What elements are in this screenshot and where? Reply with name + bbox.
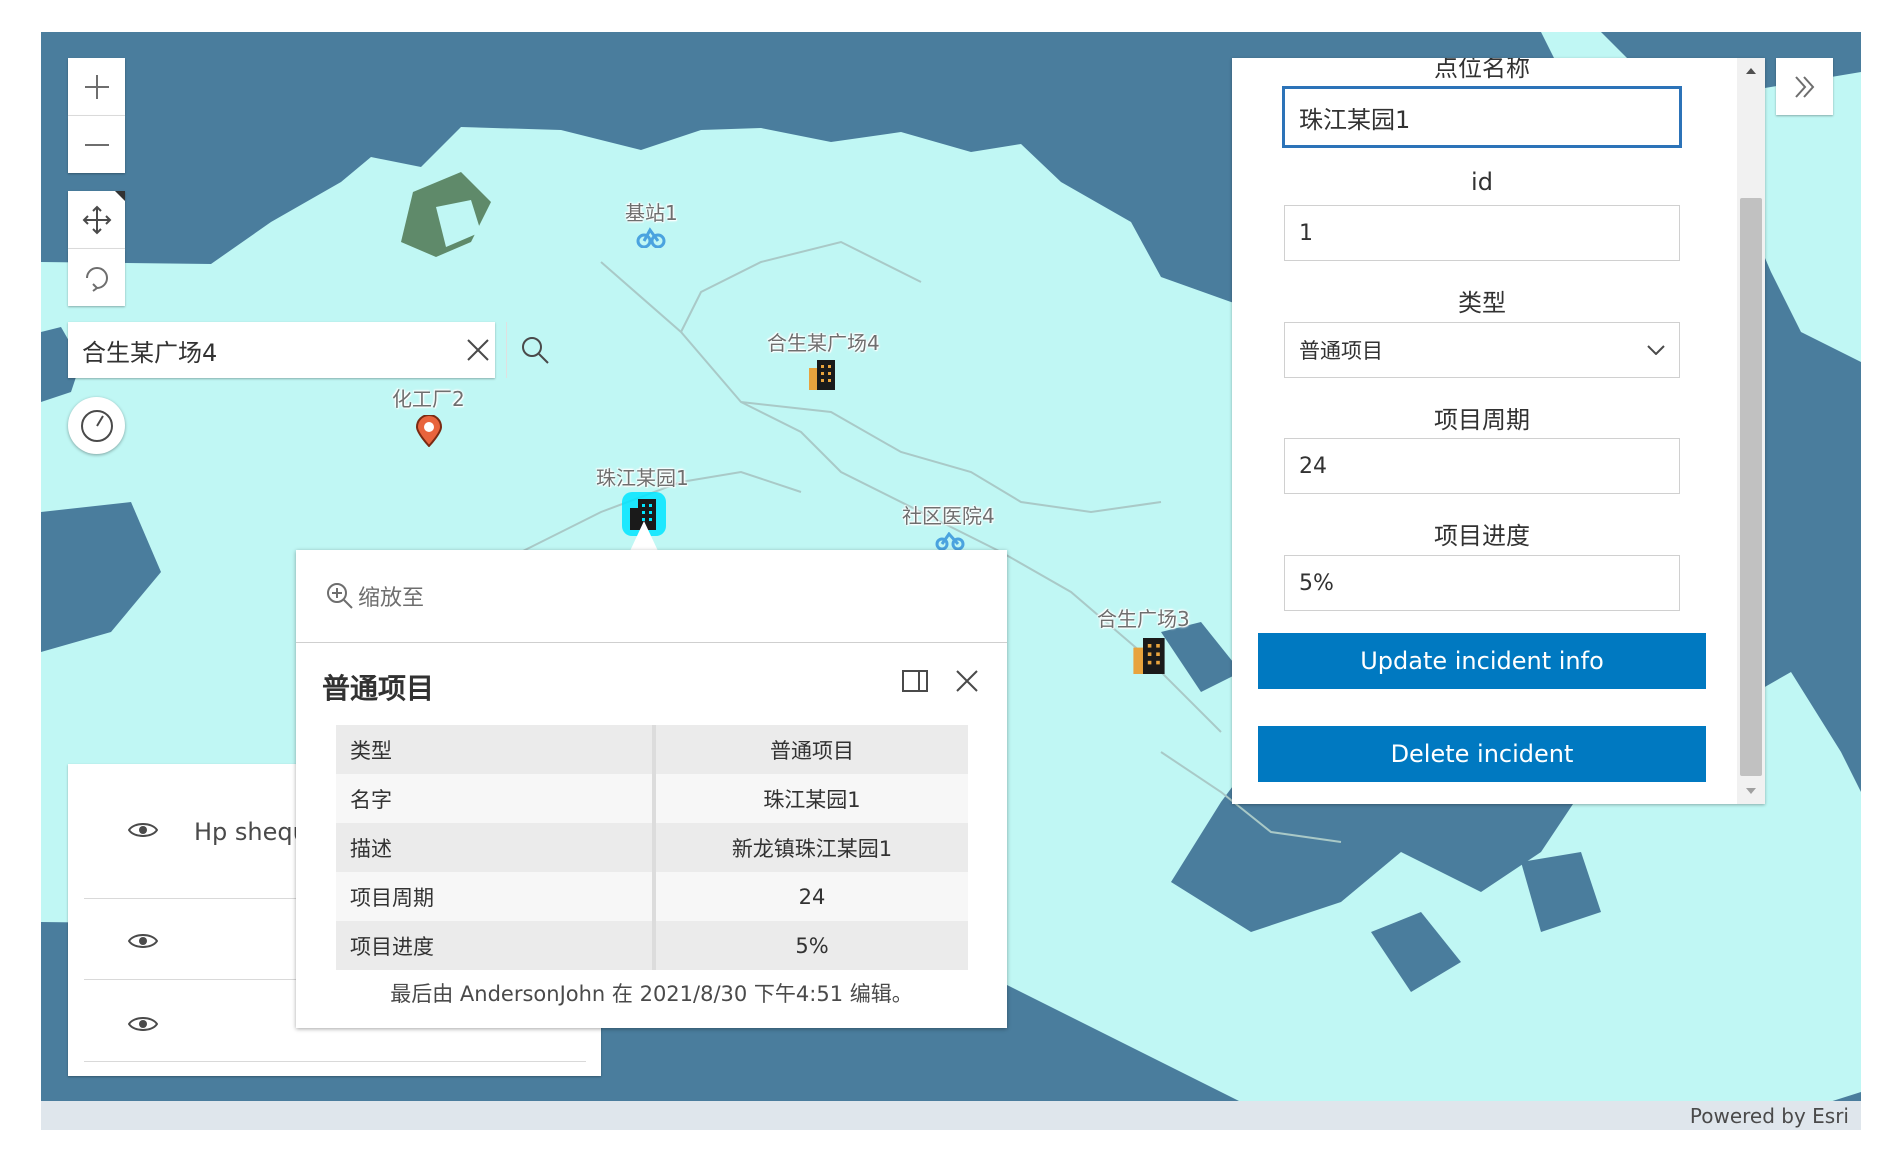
- search-input[interactable]: [68, 322, 413, 378]
- type-select-value: 普通项目: [1299, 339, 1383, 363]
- factory-marker-icon[interactable]: [416, 415, 442, 447]
- delete-incident-button[interactable]: Delete incident: [1258, 726, 1706, 782]
- id-input[interactable]: [1284, 205, 1680, 261]
- zoom-out-button[interactable]: [68, 116, 125, 173]
- search-button[interactable]: [506, 322, 563, 378]
- scroll-down-button[interactable]: [1737, 778, 1765, 804]
- name-label: 点位名称: [1434, 58, 1530, 82]
- attribute-key: 描述: [336, 823, 656, 872]
- eye-icon[interactable]: [128, 820, 158, 840]
- arrow-down-icon: [1746, 788, 1756, 794]
- popup-divider: [296, 642, 1007, 643]
- expand-panel-button[interactable]: [1776, 58, 1833, 115]
- period-label: 项目周期: [1434, 406, 1530, 434]
- attribute-table: 类型 普通项目 名字 珠江某园1 描述 新龙镇珠江某园1 项目周期 24 项目进…: [336, 725, 968, 970]
- popup-pointer: [630, 521, 658, 551]
- zoom-to-button[interactable]: 缩放至: [326, 580, 424, 612]
- plus-icon: [84, 74, 109, 99]
- attribute-value: 5%: [654, 921, 968, 970]
- feature-popup: 缩放至 普通项目 类型 普通项目 名字 珠江某园1 描述 新龙镇珠江某园1 项目…: [296, 550, 1007, 1028]
- chevron-down-icon: [1647, 345, 1665, 355]
- attribute-key: 名字: [336, 774, 656, 823]
- table-row: 描述 新龙镇珠江某园1: [336, 823, 968, 872]
- scroll-up-button[interactable]: [1737, 58, 1765, 84]
- building-marker-icon[interactable]: [809, 360, 835, 390]
- table-row: 名字 珠江某园1: [336, 774, 968, 823]
- attribute-value: 珠江某园1: [654, 774, 968, 823]
- eye-icon[interactable]: [128, 1014, 158, 1034]
- period-input[interactable]: [1284, 438, 1680, 494]
- hospital-marker-icon[interactable]: [934, 532, 966, 550]
- id-label: id: [1471, 168, 1493, 196]
- map-label-hospital4: 社区医院4: [902, 504, 995, 528]
- zoom-in-button[interactable]: [68, 58, 125, 115]
- last-edited-info: 最后由 AndersonJohn 在 2021/8/30 下午4:51 编辑。: [390, 982, 913, 1006]
- dock-button[interactable]: [900, 666, 930, 696]
- compass-icon: [80, 409, 113, 442]
- progress-label: 项目进度: [1434, 522, 1530, 550]
- map-label-factory2: 化工厂2: [392, 387, 465, 411]
- zoom-to-icon: [327, 583, 353, 609]
- building-marker-icon[interactable]: [1133, 638, 1165, 674]
- incident-editor-panel: 点位名称 id 类型 普通项目 项目周期 项目进度 Update inciden…: [1232, 58, 1765, 804]
- popup-title: 普通项目: [322, 672, 435, 705]
- map-label-station1: 基站1: [625, 201, 678, 225]
- close-icon: [467, 339, 489, 361]
- attribute-key: 项目周期: [336, 872, 656, 921]
- attribute-key: 类型: [336, 725, 656, 774]
- attribute-value: 24: [654, 872, 968, 921]
- type-label: 类型: [1458, 289, 1506, 317]
- station-marker-icon[interactable]: [636, 226, 666, 248]
- attribute-key: 项目进度: [336, 921, 656, 970]
- update-incident-button[interactable]: Update incident info: [1258, 633, 1706, 689]
- minus-icon: [84, 143, 109, 146]
- map-label-square3: 合生广场3: [1097, 607, 1190, 631]
- pan-mode-button[interactable]: [68, 191, 125, 248]
- arrow-up-icon: [1746, 68, 1756, 74]
- rotate-mode-button[interactable]: [68, 249, 125, 306]
- attribute-value: 普通项目: [654, 725, 968, 774]
- dock-icon: [902, 670, 928, 692]
- progress-input[interactable]: [1284, 555, 1680, 611]
- eye-icon[interactable]: [128, 931, 158, 951]
- map-label-garden1: 珠江某园1: [596, 466, 689, 490]
- close-icon: [956, 670, 978, 692]
- table-row: 项目进度 5%: [336, 921, 968, 970]
- name-input[interactable]: [1282, 86, 1682, 148]
- compass-button[interactable]: [68, 397, 125, 454]
- search-icon: [522, 337, 549, 364]
- table-row: 类型 普通项目: [336, 725, 968, 774]
- double-chevron-right-icon: [1794, 75, 1814, 98]
- map-label-square4: 合生某广场4: [767, 331, 880, 355]
- scrollbar-thumb[interactable]: [1740, 198, 1762, 776]
- zoom-to-label: 缩放至: [358, 586, 425, 611]
- search-widget: [68, 322, 549, 378]
- attribute-value: 新龙镇珠江某园1: [654, 823, 968, 872]
- table-row: 项目周期 24: [336, 872, 968, 921]
- move-icon: [82, 205, 111, 234]
- type-select[interactable]: 普通项目: [1284, 322, 1680, 378]
- corner-triangle-icon: [115, 191, 125, 201]
- rotate-icon: [85, 266, 108, 292]
- esri-attribution[interactable]: Powered by Esri: [41, 1101, 1861, 1130]
- popup-close-button[interactable]: [952, 666, 982, 696]
- search-clear-button[interactable]: [458, 334, 498, 366]
